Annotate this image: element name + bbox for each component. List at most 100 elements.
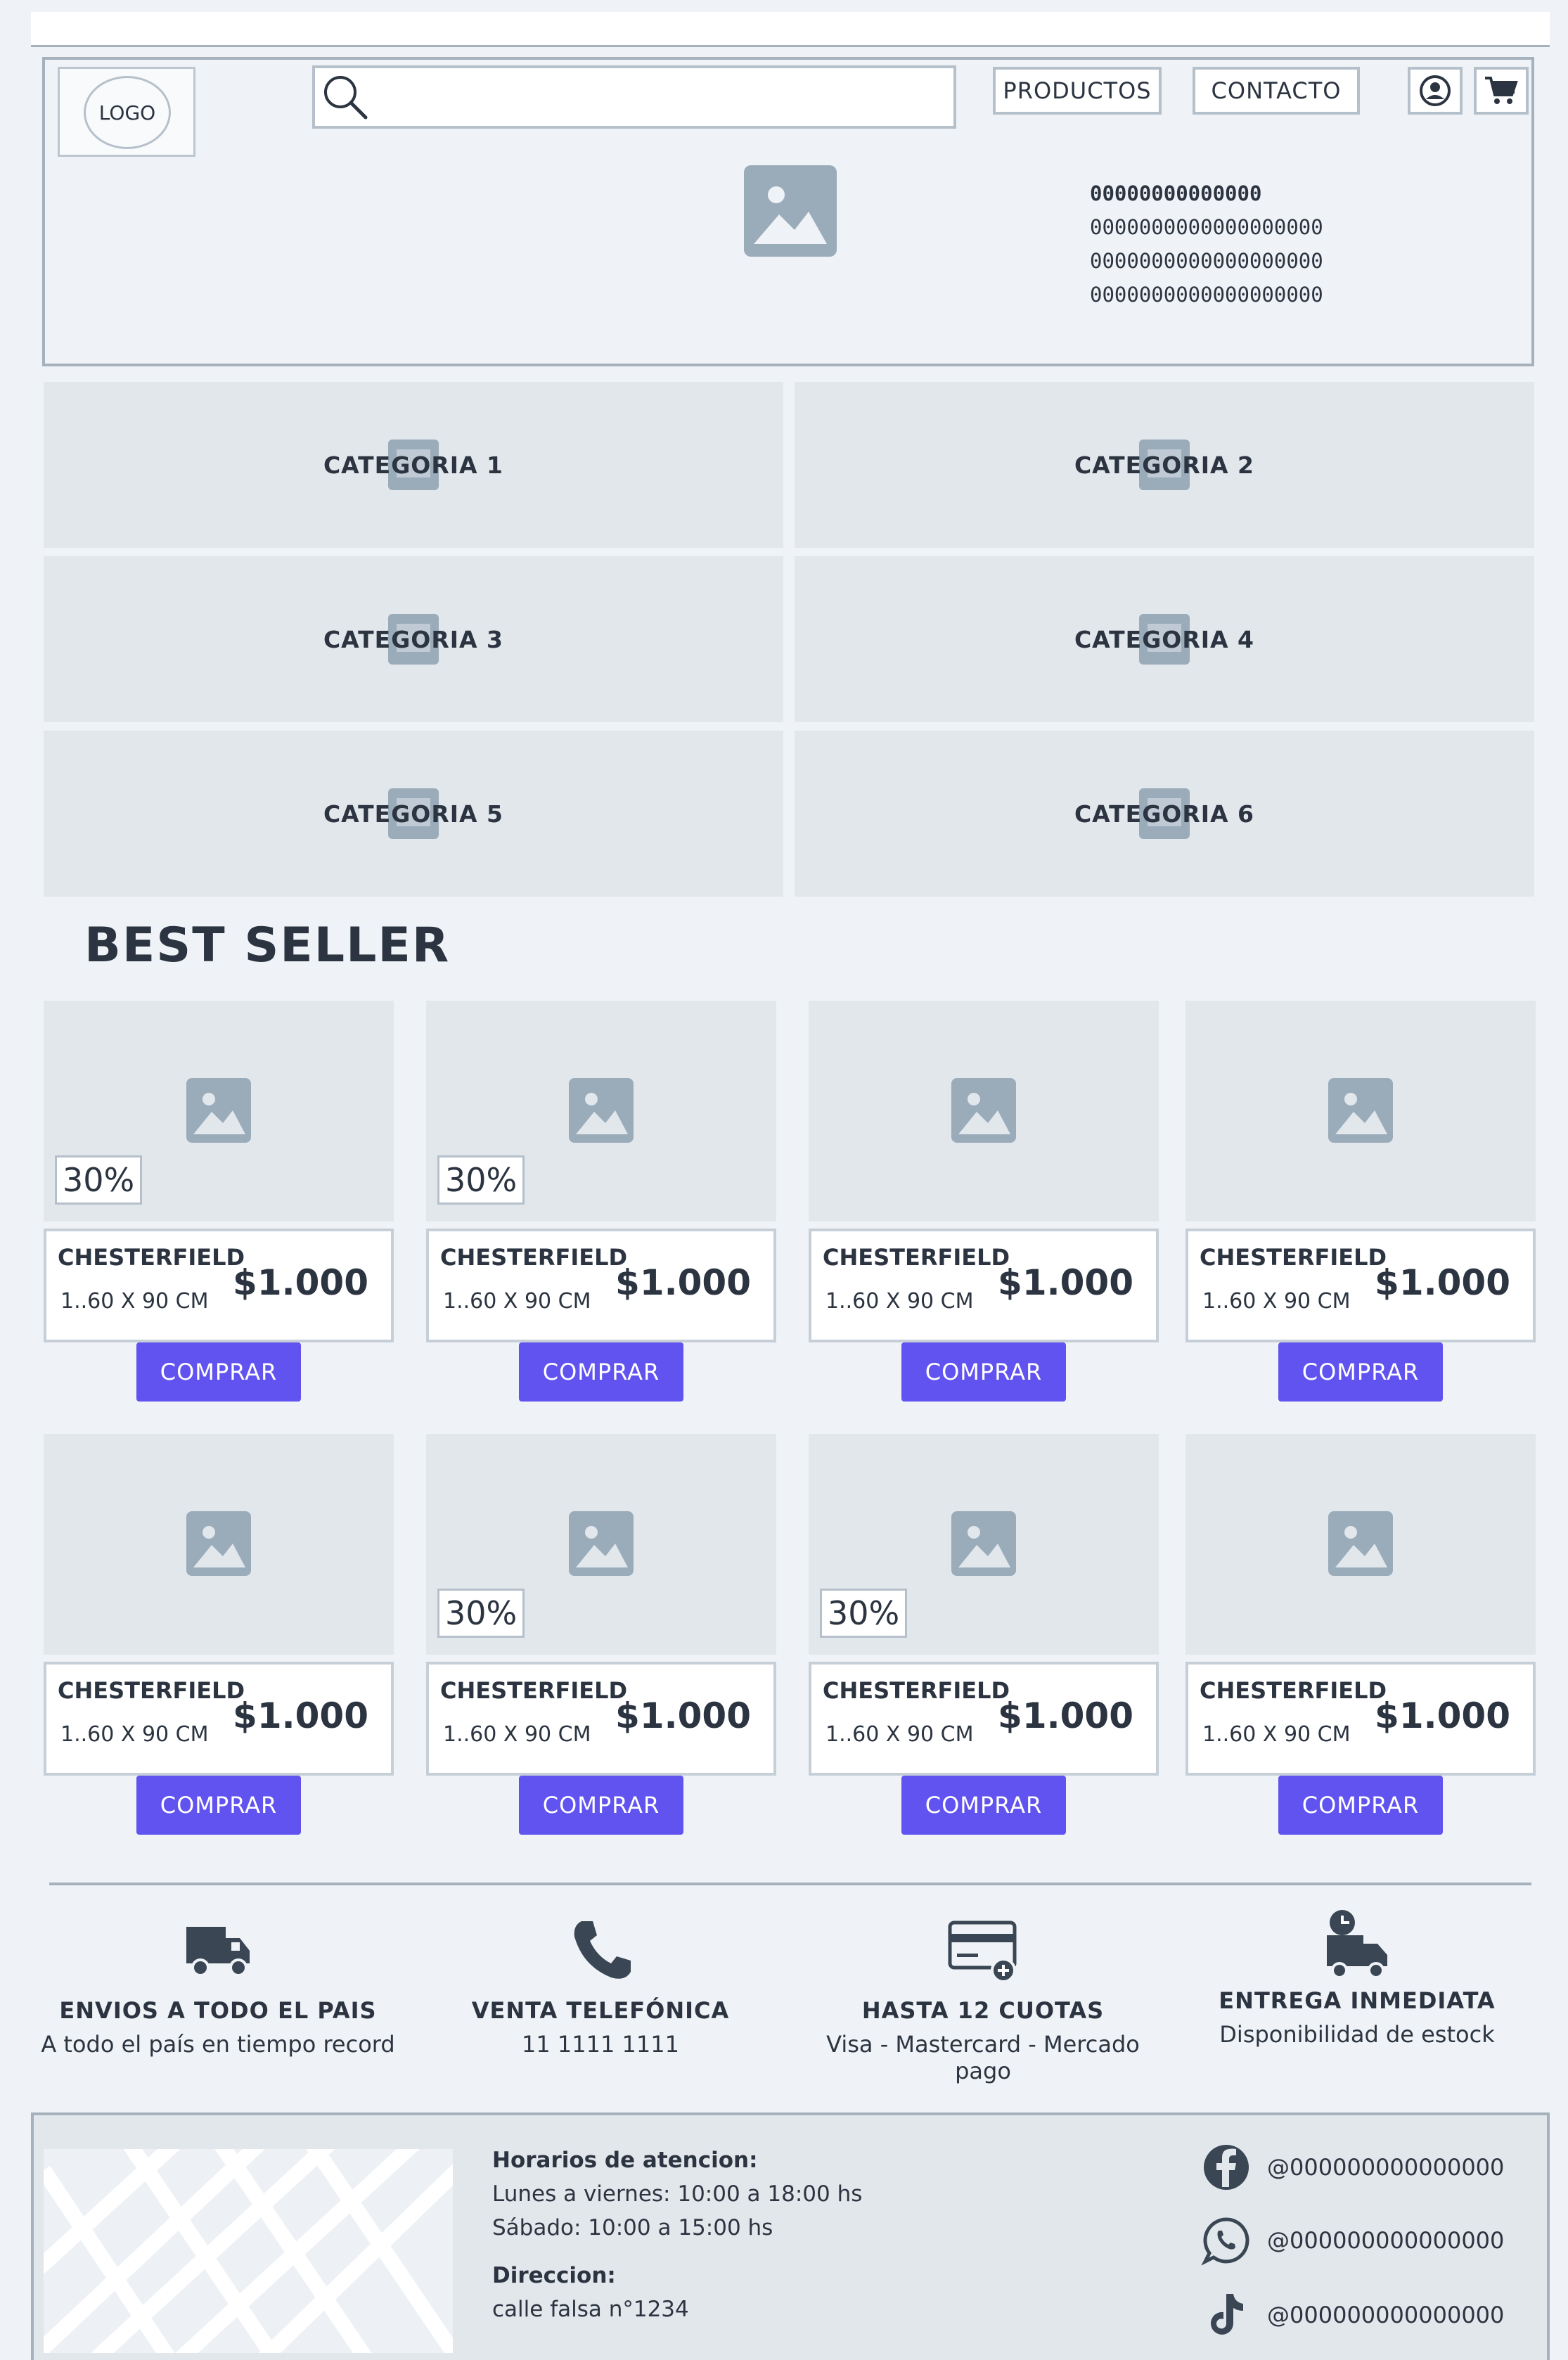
image-placeholder-icon bbox=[951, 1511, 1016, 1576]
social-handle: @000000000000000 bbox=[1267, 2227, 1505, 2254]
logo-text: LOGO bbox=[84, 76, 171, 149]
buy-button[interactable]: COMPRAR bbox=[901, 1342, 1066, 1402]
map-streets bbox=[44, 2149, 453, 2353]
discount-badge: 30% bbox=[820, 1589, 908, 1638]
map[interactable] bbox=[44, 2149, 453, 2353]
buy-button[interactable]: COMPRAR bbox=[1278, 1342, 1443, 1402]
hours-saturday: Sábado: 10:00 a 15:00 hs bbox=[492, 2215, 773, 2240]
nav-contacto[interactable]: CONTACTO bbox=[1193, 67, 1360, 115]
product-info: CHESTERFIELD 1..60 X 90 CM $1.000 bbox=[426, 1229, 776, 1342]
address-title: Direccion: bbox=[492, 2263, 616, 2288]
product-info: CHESTERFIELD 1..60 X 90 CM $1.000 bbox=[44, 1662, 394, 1776]
discount-badge: 30% bbox=[437, 1155, 525, 1205]
feature-desc: Disponibilidad de estock bbox=[1219, 2021, 1495, 2048]
feature-desc: Visa - Mastercard - Mercado pago bbox=[826, 2031, 1140, 2084]
image-placeholder-icon bbox=[1328, 1078, 1393, 1143]
category-label: CATEGORIA 2 bbox=[1074, 451, 1255, 479]
product-name: CHESTERFIELD bbox=[440, 1244, 628, 1271]
social-facebook[interactable]: @000000000000000 bbox=[1200, 2141, 1504, 2194]
hours-weekdays: Lunes a viernes: 10:00 a 18:00 hs bbox=[492, 2181, 863, 2207]
product-price: $1.000 bbox=[1375, 1262, 1510, 1303]
buy-button[interactable]: COMPRAR bbox=[136, 1342, 301, 1402]
image-placeholder-icon bbox=[186, 1511, 251, 1576]
product-image[interactable]: 30% bbox=[809, 1434, 1159, 1655]
image-placeholder-icon bbox=[951, 1078, 1016, 1143]
product-image[interactable]: 30% bbox=[44, 1001, 394, 1221]
feature-title: ENTREGA INMEDIATA bbox=[1219, 1987, 1496, 2014]
image-placeholder-icon bbox=[186, 1078, 251, 1143]
product-info: CHESTERFIELD 1..60 X 90 CM $1.000 bbox=[1185, 1662, 1536, 1776]
product-info: CHESTERFIELD 1..60 X 90 CM $1.000 bbox=[1185, 1229, 1536, 1342]
category-label: CATEGORIA 6 bbox=[1074, 800, 1255, 828]
category-tile-3[interactable]: CATEGORIA 3 bbox=[44, 556, 783, 722]
logo[interactable]: LOGO bbox=[58, 67, 195, 157]
product-size: 1..60 X 90 CM bbox=[60, 1722, 209, 1747]
image-placeholder-icon bbox=[744, 165, 837, 257]
product-size: 1..60 X 90 CM bbox=[443, 1289, 591, 1314]
product-name: CHESTERFIELD bbox=[823, 1244, 1010, 1271]
cart-icon bbox=[1485, 77, 1518, 104]
hero-line: 00000000000000 bbox=[1090, 181, 1262, 205]
feature-shipping: ENVIOS A TODO EL PAIS A todo el país en … bbox=[35, 1917, 401, 2058]
store-info: Horarios de atencion: Lunes a viernes: 1… bbox=[492, 2143, 862, 2326]
account-button[interactable] bbox=[1408, 67, 1463, 115]
buy-button[interactable]: COMPRAR bbox=[901, 1776, 1066, 1835]
product-image[interactable]: 30% bbox=[426, 1434, 776, 1655]
product-price: $1.000 bbox=[998, 1262, 1133, 1303]
product-image[interactable]: 30% bbox=[426, 1001, 776, 1221]
product-size: 1..60 X 90 CM bbox=[1202, 1722, 1351, 1747]
product-name: CHESTERFIELD bbox=[58, 1244, 245, 1271]
category-tile-6[interactable]: CATEGORIA 6 bbox=[795, 731, 1534, 897]
category-tile-2[interactable]: CATEGORIA 2 bbox=[795, 382, 1534, 548]
divider bbox=[49, 1883, 1531, 1885]
product-name: CHESTERFIELD bbox=[58, 1677, 245, 1704]
product-image[interactable] bbox=[809, 1001, 1159, 1221]
phone-icon bbox=[574, 1921, 631, 1979]
user-icon bbox=[1420, 75, 1451, 106]
product-info: CHESTERFIELD 1..60 X 90 CM $1.000 bbox=[44, 1229, 394, 1342]
feature-phone-sales: VENTA TELEFÓNICA 11 1111 1111 bbox=[418, 1917, 783, 2058]
category-tile-1[interactable]: CATEGORIA 1 bbox=[44, 382, 783, 548]
cart-button[interactable] bbox=[1474, 67, 1529, 115]
buy-button[interactable]: COMPRAR bbox=[1278, 1776, 1443, 1835]
buy-button[interactable]: COMPRAR bbox=[136, 1776, 301, 1835]
product-size: 1..60 X 90 CM bbox=[60, 1289, 209, 1314]
product-price: $1.000 bbox=[615, 1262, 751, 1303]
address: calle falsa n°1234 bbox=[492, 2297, 689, 2322]
product-name: CHESTERFIELD bbox=[1200, 1244, 1387, 1271]
product-image[interactable] bbox=[1185, 1001, 1536, 1221]
facebook-icon bbox=[1204, 2145, 1249, 2190]
category-label: CATEGORIA 5 bbox=[323, 800, 504, 828]
discount-badge: 30% bbox=[55, 1155, 143, 1205]
social-tiktok[interactable]: @000000000000000 bbox=[1200, 2288, 1504, 2342]
search-icon bbox=[324, 76, 368, 120]
hours-title: Horarios de atencion: bbox=[492, 2148, 758, 2173]
product-name: CHESTERFIELD bbox=[440, 1677, 628, 1704]
buy-button[interactable]: COMPRAR bbox=[519, 1342, 683, 1402]
feature-installments: HASTA 12 CUOTAS Visa - Mastercard - Merc… bbox=[800, 1917, 1166, 2084]
section-title: BEST SELLER bbox=[84, 918, 451, 973]
feature-title: VENTA TELEFÓNICA bbox=[471, 1997, 730, 2024]
product-image[interactable] bbox=[44, 1434, 394, 1655]
category-label: CATEGORIA 1 bbox=[323, 451, 504, 479]
category-label: CATEGORIA 4 bbox=[1074, 625, 1255, 653]
product-name: CHESTERFIELD bbox=[1200, 1677, 1387, 1704]
footer: Horarios de atencion: Lunes a viernes: 1… bbox=[31, 2112, 1550, 2360]
top-strip bbox=[31, 12, 1550, 47]
hero-line: 0000000000000000000 bbox=[1090, 283, 1323, 307]
nav-productos[interactable]: PRODUCTOS bbox=[993, 67, 1162, 115]
social-whatsapp[interactable]: @000000000000000 bbox=[1200, 2214, 1504, 2267]
product-size: 1..60 X 90 CM bbox=[825, 1289, 974, 1314]
product-price: $1.000 bbox=[615, 1695, 751, 1736]
hero-line: 0000000000000000000 bbox=[1090, 249, 1323, 273]
category-tile-4[interactable]: CATEGORIA 4 bbox=[795, 556, 1534, 722]
discount-badge: 30% bbox=[437, 1589, 525, 1638]
truck-icon bbox=[186, 1927, 250, 1977]
product-image[interactable] bbox=[1185, 1434, 1536, 1655]
feature-immediate-delivery: ENTREGA INMEDIATA Disponibilidad de esto… bbox=[1174, 1907, 1540, 2048]
search-input[interactable] bbox=[312, 65, 956, 129]
buy-button[interactable]: COMPRAR bbox=[519, 1776, 683, 1835]
category-tile-5[interactable]: CATEGORIA 5 bbox=[44, 731, 783, 897]
product-info: CHESTERFIELD 1..60 X 90 CM $1.000 bbox=[809, 1229, 1159, 1342]
product-size: 1..60 X 90 CM bbox=[443, 1722, 591, 1747]
